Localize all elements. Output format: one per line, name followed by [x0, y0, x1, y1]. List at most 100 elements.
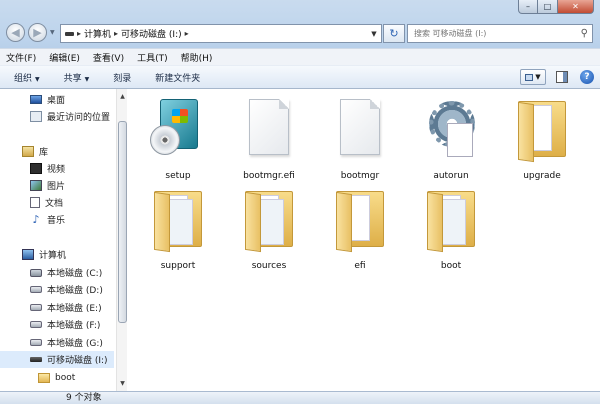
nav-item-label: 本地磁盘 (G:)	[47, 339, 103, 349]
chevron-right-icon[interactable]: ▸	[185, 29, 189, 38]
file-list: setup bootmgr.efi bootmgr autorun upgrad…	[128, 89, 600, 391]
nav-item-drive-c[interactable]: 本地磁盘 (C:)	[0, 264, 114, 281]
close-button[interactable]: ✕	[558, 0, 594, 14]
forward-arrow-icon: ▶	[33, 26, 42, 39]
drive-icon	[30, 321, 42, 328]
address-dropdown-icon[interactable]: ▼	[367, 30, 381, 38]
file-name: efi	[354, 261, 366, 271]
file-item-bootmgr-efi[interactable]: bootmgr.efi	[229, 97, 309, 181]
item-count: 9 个对象	[66, 393, 102, 403]
nav-item-drive-f[interactable]: 本地磁盘 (F:)	[0, 316, 114, 333]
view-icon	[525, 73, 534, 81]
nav-item-label: boot	[55, 372, 76, 383]
music-note-icon: ♪	[32, 213, 40, 226]
folder-icon	[241, 187, 297, 255]
folder-item-upgrade[interactable]: upgrade	[502, 97, 582, 181]
folder-icon	[150, 187, 206, 255]
burn-button[interactable]: 刻录	[113, 71, 131, 84]
nav-scrollbar[interactable]: ▲ ▼	[116, 89, 127, 391]
nav-item-label: 桌面	[47, 96, 66, 106]
desktop-icon	[30, 95, 42, 104]
minimize-button[interactable]: –	[518, 0, 538, 14]
file-name: boot	[440, 261, 462, 271]
command-bar: 组织 ▼ 共享 ▼ 刻录 新建文件夹 ▼ ?	[0, 65, 600, 89]
folder-icon	[332, 187, 388, 255]
file-icon	[332, 97, 388, 165]
nav-item-boot-folder[interactable]: boot	[0, 369, 114, 386]
system-drive-icon	[30, 268, 42, 277]
share-button[interactable]: 共享 ▼	[64, 71, 90, 84]
new-folder-button[interactable]: 新建文件夹	[155, 71, 200, 84]
nav-item-label: 计算机	[39, 251, 67, 261]
breadcrumb-removable-disk[interactable]: 可移动磁盘 (I:)	[121, 27, 182, 40]
back-button[interactable]: ◀	[6, 23, 25, 42]
organize-button[interactable]: 组织 ▼	[14, 71, 40, 84]
change-view-button[interactable]: ▼	[520, 69, 546, 85]
nav-item-label: 最近访问的位置	[47, 113, 111, 123]
menu-help[interactable]: 帮助(H)	[181, 51, 213, 64]
folder-item-boot[interactable]: boot	[411, 187, 491, 271]
forward-button[interactable]: ▶	[28, 23, 47, 42]
settings-file-icon	[423, 97, 479, 165]
file-item-setup[interactable]: setup	[138, 97, 218, 181]
nav-item-drive-e[interactable]: 本地磁盘 (E:)	[0, 299, 114, 316]
recent-pages-dropdown[interactable]: ▼	[50, 29, 55, 36]
menu-bar: 文件(F) 编辑(E) 查看(V) 工具(T) 帮助(H)	[0, 48, 600, 65]
nav-item-videos[interactable]: 视频	[0, 160, 114, 177]
nav-item-documents[interactable]: 文档	[0, 194, 114, 211]
chevron-right-icon[interactable]: ▸	[77, 29, 81, 38]
nav-item-label: 文档	[45, 199, 64, 209]
nav-item-label: 视频	[47, 165, 66, 175]
search-input[interactable]	[414, 29, 574, 38]
breadcrumb-computer[interactable]: 计算机	[84, 27, 111, 40]
nav-item-label: 库	[39, 148, 49, 158]
nav-item-libraries[interactable]: 库	[0, 143, 114, 160]
help-button[interactable]: ?	[580, 70, 594, 84]
nav-item-drive-d[interactable]: 本地磁盘 (D:)	[0, 281, 114, 298]
drive-icon	[30, 304, 42, 311]
nav-item-computer[interactable]: 计算机	[0, 246, 114, 263]
nav-item-label: 可移动磁盘 (I:)	[47, 356, 108, 366]
nav-item-label: 本地磁盘 (F:)	[47, 321, 101, 331]
file-name: support	[160, 261, 196, 271]
folder-icon	[514, 97, 570, 165]
nav-item-music[interactable]: ♪ 音乐	[0, 211, 114, 228]
usb-drive-icon	[30, 357, 42, 362]
folder-item-efi[interactable]: efi	[320, 187, 400, 271]
refresh-icon: ↻	[389, 27, 399, 40]
nav-item-drive-g[interactable]: 本地磁盘 (G:)	[0, 334, 114, 351]
menu-edit[interactable]: 编辑(E)	[49, 51, 80, 64]
scroll-up-icon[interactable]: ▲	[117, 91, 128, 102]
file-name: upgrade	[523, 171, 561, 181]
folder-item-support[interactable]: support	[138, 187, 218, 271]
nav-item-removable-disk[interactable]: 可移动磁盘 (I:)	[0, 351, 114, 368]
chevron-down-icon: ▼	[535, 73, 541, 81]
scroll-thumb[interactable]	[118, 121, 127, 323]
file-item-autorun[interactable]: autorun	[411, 97, 491, 181]
menu-tools[interactable]: 工具(T)	[137, 51, 168, 64]
search-icon[interactable]: ⚲	[581, 28, 588, 39]
nav-item-recent[interactable]: 最近访问的位置	[0, 108, 114, 125]
refresh-button[interactable]: ↻	[383, 24, 405, 43]
pictures-icon	[30, 180, 42, 191]
view-controls: ▼ ?	[520, 69, 594, 85]
menu-view[interactable]: 查看(V)	[93, 51, 124, 64]
maximize-button[interactable]: □	[538, 0, 558, 14]
address-bar[interactable]: ▸ 计算机 ▸ 可移动磁盘 (I:) ▸ ▼	[60, 24, 382, 43]
menu-file[interactable]: 文件(F)	[6, 51, 36, 64]
documents-icon	[30, 197, 40, 208]
folder-item-sources[interactable]: sources	[229, 187, 309, 271]
file-name: setup	[165, 171, 191, 181]
computer-icon	[22, 249, 34, 260]
chevron-right-icon[interactable]: ▸	[114, 29, 118, 38]
window-controls: – □ ✕	[518, 0, 594, 14]
nav-item-pictures[interactable]: 图片	[0, 177, 114, 194]
file-name: bootmgr.efi	[243, 171, 295, 181]
file-item-bootmgr[interactable]: bootmgr	[320, 97, 400, 181]
file-name: sources	[251, 261, 287, 271]
search-box[interactable]: ⚲	[407, 24, 593, 43]
nav-item-desktop[interactable]: 桌面	[0, 91, 114, 108]
nav-item-label: 音乐	[47, 216, 66, 226]
scroll-down-icon[interactable]: ▼	[117, 378, 128, 389]
preview-pane-button[interactable]	[556, 71, 568, 83]
